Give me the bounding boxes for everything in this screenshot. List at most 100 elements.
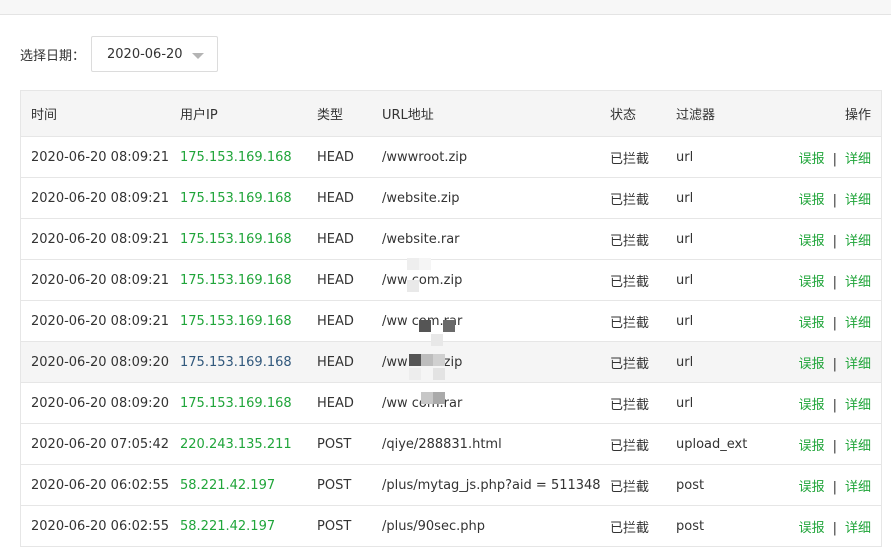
cell-ip-text[interactable]: 175.153.169.168 [180, 396, 292, 411]
cell-type: HEAD [317, 218, 382, 260]
cell-url: /website.rar [382, 218, 610, 260]
cell-filter: url [676, 136, 776, 178]
header-filter: 过滤器 [676, 91, 776, 137]
cell-ops: 误报 | 详细 [776, 341, 881, 383]
cell-ip-text[interactable]: 175.153.169.168 [180, 355, 292, 370]
cell-time-text: 2020-06-20 06:02:55 [31, 518, 170, 534]
cell-time-text: 2020-06-20 08:09:21 [31, 190, 170, 206]
cell-time-text: 2020-06-20 08:09:21 [31, 231, 170, 247]
report-false-positive-link[interactable]: 误报 [799, 398, 825, 413]
cell-url: /plus/mytag_js.php?aid = 511348 [382, 464, 610, 506]
date-select[interactable]: 2020-06-20 [91, 36, 219, 72]
report-false-positive-link[interactable]: 误报 [799, 357, 825, 372]
cell-filter-text: url [676, 272, 694, 288]
intercept-log-table: 时间 用户IP 类型 URL地址 状态 过滤器 操作 2020-06-20 08… [20, 90, 882, 547]
report-false-positive-link[interactable]: 误报 [799, 521, 825, 536]
detail-link[interactable]: 详细 [845, 193, 871, 208]
cell-ip: 220.243.135.211 [180, 423, 317, 465]
op-separator: | [832, 151, 837, 167]
date-filter: 选择日期： 2020-06-20 [20, 35, 219, 73]
cell-status-text: 已拦截 [610, 151, 650, 167]
cell-filter: post [676, 464, 776, 506]
table-row: 2020-06-20 08:09:20 175.153.169.168 HEAD/w… [21, 382, 881, 424]
report-false-positive-link[interactable]: 误报 [799, 480, 825, 495]
cell-type-text: HEAD [317, 395, 354, 411]
op-separator: | [832, 233, 837, 249]
table-row: 2020-06-20 07:05:42 220.243.135.211 POST/q… [21, 423, 881, 465]
cell-filter: url [676, 300, 776, 342]
cell-ip: 175.153.169.168 [180, 341, 317, 383]
detail-link[interactable]: 详细 [845, 357, 871, 372]
op-separator: | [832, 438, 837, 454]
cell-ip-text[interactable]: 175.153.169.168 [180, 191, 292, 206]
cell-type-text: POST [317, 436, 352, 452]
cell-ops: 误报 | 详细 [776, 218, 881, 260]
cell-filter-text: url [676, 190, 694, 206]
detail-link[interactable]: 详细 [845, 398, 871, 413]
op-separator: | [832, 397, 837, 413]
cell-type-text: HEAD [317, 190, 354, 206]
table-row: 2020-06-20 08:09:21 175.153.169.168 HEAD/w… [21, 136, 881, 178]
cell-ops: 误报 | 详细 [776, 177, 881, 219]
detail-link[interactable]: 详细 [845, 316, 871, 331]
cell-type-text: HEAD [317, 354, 354, 370]
cell-type: POST [317, 505, 382, 547]
cell-type: POST [317, 464, 382, 506]
cell-ops: 误报 | 详细 [776, 259, 881, 301]
cell-ip-text[interactable]: 220.243.135.211 [180, 437, 292, 452]
cell-ip: 175.153.169.168 [180, 177, 317, 219]
report-false-positive-link[interactable]: 误报 [799, 193, 825, 208]
report-false-positive-link[interactable]: 误报 [799, 275, 825, 290]
cell-url-text: /plus/90sec.php [382, 518, 485, 534]
header-ops: 操作 [776, 91, 881, 137]
cell-status-text: 已拦截 [610, 438, 650, 454]
cell-url-text: /ww com.zip [382, 354, 463, 370]
cell-time-text: 2020-06-20 08:09:20 [31, 395, 170, 411]
cell-status-text: 已拦截 [610, 397, 650, 413]
cell-ip-text[interactable]: 175.153.169.168 [180, 314, 292, 329]
cell-url-text: /website.rar [382, 231, 460, 247]
cell-ip: 58.221.42.197 [180, 505, 317, 547]
detail-link[interactable]: 详细 [845, 480, 871, 495]
table-row: 2020-06-20 08:09:21 175.153.169.168 HEAD/w… [21, 177, 881, 219]
op-separator: | [832, 192, 837, 208]
detail-link[interactable]: 详细 [845, 521, 871, 536]
cell-time: 2020-06-20 08:09:21 [21, 136, 180, 178]
cell-filter-text: url [676, 149, 694, 165]
cell-type: HEAD [317, 382, 382, 424]
op-separator: | [832, 520, 837, 536]
report-false-positive-link[interactable]: 误报 [799, 152, 825, 167]
report-false-positive-link[interactable]: 误报 [799, 234, 825, 249]
cell-ops: 误报 | 详细 [776, 382, 881, 424]
cell-type: HEAD [317, 136, 382, 178]
cell-ip-text[interactable]: 58.221.42.197 [180, 478, 275, 493]
cell-type-text: POST [317, 477, 352, 493]
cell-ip: 175.153.169.168 [180, 259, 317, 301]
cell-filter-text: post [676, 518, 705, 534]
cell-filter-text: upload_ext [676, 436, 748, 452]
cell-ip-text[interactable]: 175.153.169.168 [180, 150, 292, 165]
detail-link[interactable]: 详细 [845, 275, 871, 290]
table-row: 2020-06-20 08:09:21 175.153.169.168 HEAD/w… [21, 259, 881, 301]
detail-link[interactable]: 详细 [845, 234, 871, 249]
cell-status: 已拦截 [610, 464, 676, 506]
report-false-positive-link[interactable]: 误报 [799, 316, 825, 331]
detail-link[interactable]: 详细 [845, 152, 871, 167]
cell-ip: 175.153.169.168 [180, 218, 317, 260]
cell-status-text: 已拦截 [610, 479, 650, 495]
cell-url-text: /wwwroot.zip [382, 149, 468, 165]
cell-time-text: 2020-06-20 06:02:55 [31, 477, 170, 493]
cell-url: /wwwroot.zip [382, 136, 610, 178]
cell-url-text: /qiye/288831.html [382, 436, 502, 452]
cell-status-text: 已拦截 [610, 315, 650, 331]
cell-url-text: /plus/mytag_js.php?aid = 511348 [382, 477, 601, 493]
cell-url: /plus/90sec.php [382, 505, 610, 547]
header-time: 时间 [21, 91, 180, 137]
cell-time: 2020-06-20 08:09:20 [21, 341, 180, 383]
report-false-positive-link[interactable]: 误报 [799, 439, 825, 454]
cell-ip-text[interactable]: 58.221.42.197 [180, 519, 275, 534]
cell-ip-text[interactable]: 175.153.169.168 [180, 232, 292, 247]
cell-ip-text[interactable]: 175.153.169.168 [180, 273, 292, 288]
detail-link[interactable]: 详细 [845, 439, 871, 454]
cell-filter: url [676, 259, 776, 301]
